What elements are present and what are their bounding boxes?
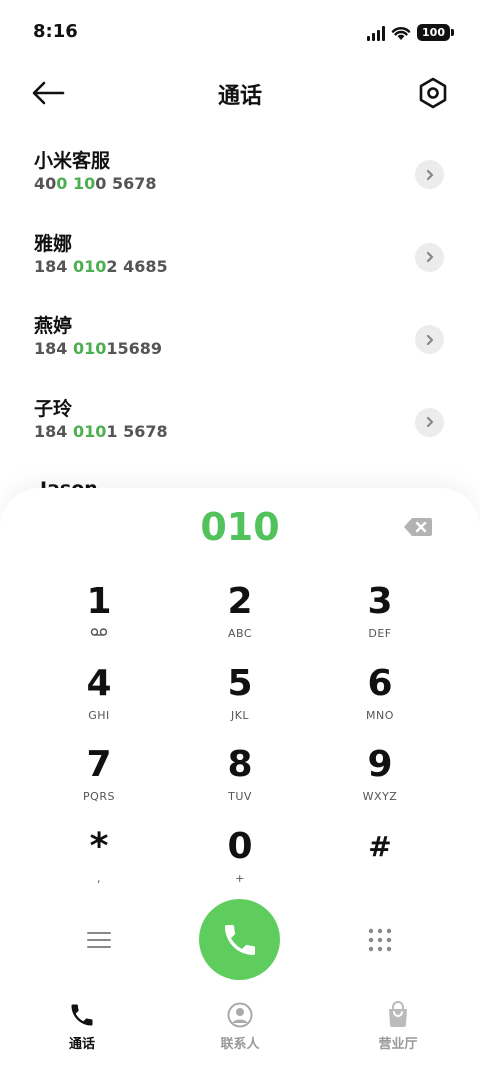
contact-item[interactable]: 雅娜 184 0102 4685 [0,223,480,306]
phone-icon [71,1004,93,1026]
header: 通话 [0,68,480,118]
status-bar: 8:16 100 [0,0,480,64]
tab-contacts[interactable]: 联系人 [185,1001,295,1052]
backspace-icon[interactable] [403,517,433,537]
key-2[interactable]: 2 ABC [180,580,300,656]
tab-service-hall[interactable]: 营业厅 [343,1001,453,1052]
contact-item[interactable]: 燕婷 184 01015689 [0,305,480,388]
dialpad-grid-icon[interactable] [366,926,394,954]
chevron-right-icon[interactable] [415,407,444,437]
key-8[interactable]: 8 TUV [180,743,300,819]
tab-calls-label: 通话 [68,1037,95,1052]
person-icon [227,1002,253,1028]
contact-name: 小米客服 [34,150,111,172]
signal-icon [367,25,386,41]
menu-icon[interactable] [84,928,114,952]
key-4[interactable]: 4 GHI [39,662,159,738]
chevron-right-icon[interactable] [415,160,444,189]
contact-name: 子玲 [34,397,73,420]
contact-name: 燕婷 [34,315,73,337]
phone-icon [224,924,255,955]
status-icons: 100 [367,24,454,41]
contact-number: 184 01015689 [34,339,163,358]
settings-icon[interactable] [416,76,450,110]
key-7[interactable]: 7 PQRS [39,743,159,819]
key-9[interactable]: 9 WXYZ [320,743,440,819]
contact-number: 400 100 5678 [34,174,157,193]
contact-name: 雅娜 [34,232,73,255]
key-1[interactable]: 1 [39,580,159,656]
wifi-icon [391,26,411,40]
key-3[interactable]: 3 DEF [320,580,440,656]
tab-contacts-label: 联系人 [220,1037,260,1052]
tab-service-hall-label: 营业厅 [378,1037,418,1052]
status-time: 8:16 [33,21,78,42]
tab-calls[interactable]: 通话 [27,1001,137,1052]
chevron-right-icon[interactable] [415,325,444,354]
contact-list: 小米客服 400 100 5678 雅娜 184 0102 4685 燕婷 18… [0,140,480,470]
key-0[interactable]: 0 + [180,825,300,901]
contact-item[interactable]: 小米客服 400 100 5678 [0,140,480,223]
battery-icon: 100 [417,24,454,41]
key-5[interactable]: 5 JKL [180,662,300,738]
voicemail-icon [39,627,159,641]
bottom-nav: 通话 联系人 营业厅 [0,989,480,1067]
chevron-right-icon[interactable] [415,242,444,272]
call-button[interactable] [199,899,280,980]
contact-number: 184 0102 4685 [34,256,168,276]
key-star[interactable]: * , [39,825,159,901]
contact-number: 184 0101 5678 [34,421,168,441]
key-6[interactable]: 6 MNO [320,662,440,738]
key-hash[interactable]: # [320,825,440,901]
contact-item[interactable]: 子玲 184 0101 5678 [0,388,480,471]
page-title: 通话 [217,84,262,109]
shopping-bag-icon [389,1001,407,1027]
dialpad-sheet: 010 1 2 ABC 3 DEF 4 GHI 5 JKL 6 MNO 7 PQ… [0,488,480,1067]
